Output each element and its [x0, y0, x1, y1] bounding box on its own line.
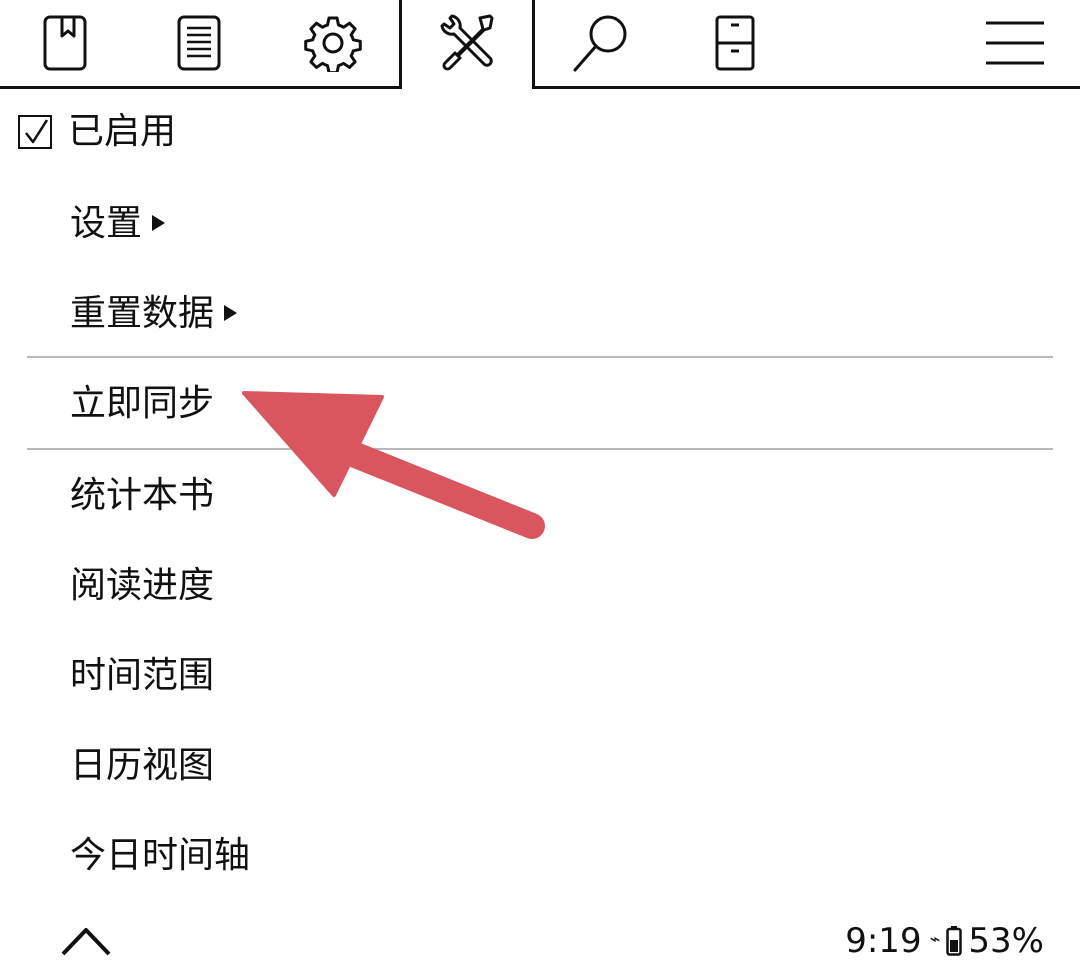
battery-icon	[946, 926, 963, 956]
menu-divider	[27, 356, 1053, 358]
search-icon	[573, 15, 627, 72]
toc-tab[interactable]	[156, 0, 242, 86]
menu-item-label: 阅读进度	[70, 565, 215, 606]
menu-item-label: 重置数据	[70, 293, 215, 334]
bookmark-tab[interactable]	[22, 0, 108, 86]
menu-item-label: 时间范围	[70, 655, 215, 696]
menu-item-label: 统计本书	[70, 475, 215, 516]
menu-item-reading-progress[interactable]: 阅读进度	[70, 564, 214, 608]
menu-item-book-stats[interactable]: 统计本书	[70, 474, 214, 518]
tab-bar-underline-left	[0, 86, 402, 89]
document-list-icon	[177, 15, 221, 71]
enabled-label: 已启用	[68, 111, 177, 152]
menu-item-label: 设置	[70, 203, 143, 244]
bookmark-icon	[43, 15, 87, 71]
filemanager-tab[interactable]	[692, 0, 778, 86]
chevron-up-icon	[61, 928, 111, 956]
menu-item-label: 日历视图	[70, 745, 215, 786]
search-tab[interactable]	[558, 0, 644, 86]
menu-item-reset-data[interactable]: 重置数据	[70, 292, 238, 336]
tab-bar-underline-right	[532, 86, 1080, 89]
menu-item-time-range[interactable]: 时间范围	[70, 654, 214, 698]
collapse-button[interactable]	[60, 922, 112, 962]
tools-tab[interactable]	[424, 0, 510, 86]
enabled-checkbox[interactable]	[18, 115, 52, 149]
submenu-arrow-icon	[224, 305, 238, 321]
top-tab-bar	[0, 0, 1080, 90]
menu-item-settings[interactable]: 设置	[70, 202, 166, 246]
gear-icon	[304, 16, 362, 72]
status-bar: 9:19 ⌁ 53%	[845, 918, 1044, 964]
menu-item-today-timeline[interactable]: 今日时间轴	[70, 834, 250, 878]
menu-item-label: 立即同步	[70, 383, 215, 424]
menu-divider	[27, 448, 1053, 450]
enabled-toggle[interactable]: 已启用	[18, 108, 176, 156]
menu-item-calendar-view[interactable]: 日历视图	[70, 744, 214, 788]
main-menu-tab[interactable]	[970, 0, 1060, 86]
cabinet-icon	[715, 15, 755, 71]
wifi-icon: ⌁	[929, 928, 941, 950]
menu-item-label: 今日时间轴	[70, 835, 251, 876]
battery-percent: 53%	[968, 921, 1044, 961]
status-time: 9:19	[845, 921, 922, 961]
settings-tab[interactable]	[290, 0, 376, 86]
check-icon	[25, 119, 49, 144]
hamburger-menu-icon	[986, 21, 1044, 65]
tools-icon	[440, 14, 494, 71]
menu-item-sync-now[interactable]: 立即同步	[70, 382, 214, 426]
submenu-arrow-icon	[152, 215, 166, 231]
